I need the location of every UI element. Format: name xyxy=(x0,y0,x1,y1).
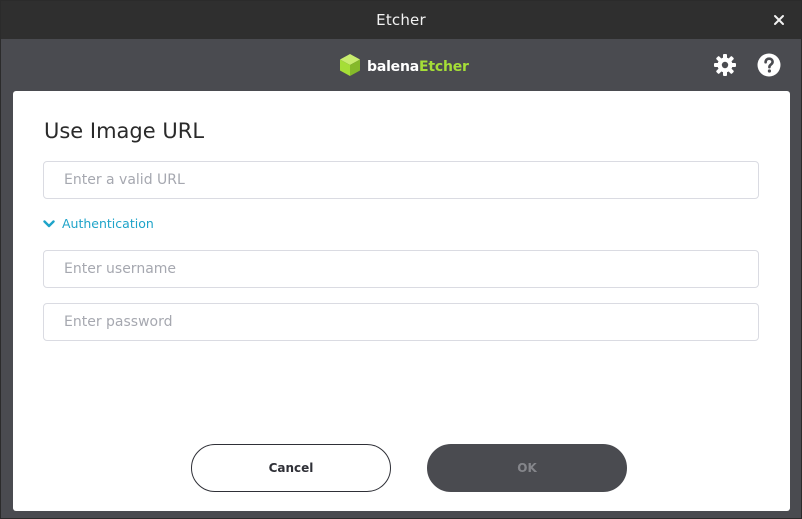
app-header: balenaEtcher xyxy=(1,39,801,91)
settings-button[interactable] xyxy=(712,52,738,78)
authentication-label: Authentication xyxy=(62,216,154,231)
close-button[interactable] xyxy=(769,10,789,30)
ok-button[interactable]: OK xyxy=(427,444,627,492)
help-button[interactable] xyxy=(756,52,782,78)
close-icon xyxy=(774,15,784,25)
url-input[interactable] xyxy=(43,161,759,199)
username-input[interactable] xyxy=(43,250,759,288)
title-bar: Etcher xyxy=(1,1,801,39)
password-input[interactable] xyxy=(43,303,759,341)
brand-name-balena: balena xyxy=(367,58,419,75)
etcher-window: Etcher balenaEtcher Use Image URL Enter … xyxy=(0,0,802,519)
gear-icon xyxy=(714,54,736,76)
url-dialog: Use Image URL Authentication Cancel OK xyxy=(13,91,790,511)
authentication-toggle[interactable]: Authentication xyxy=(43,216,154,231)
dialog-title: Use Image URL xyxy=(44,119,205,143)
chevron-down-icon xyxy=(43,219,55,227)
brand-name-etcher: Etcher xyxy=(418,58,469,75)
cancel-button[interactable]: Cancel xyxy=(191,444,391,492)
help-icon xyxy=(757,53,781,77)
window-title: Etcher xyxy=(376,11,426,29)
brand-logo: balenaEtcher xyxy=(339,53,469,77)
balena-cube-icon xyxy=(340,54,360,76)
